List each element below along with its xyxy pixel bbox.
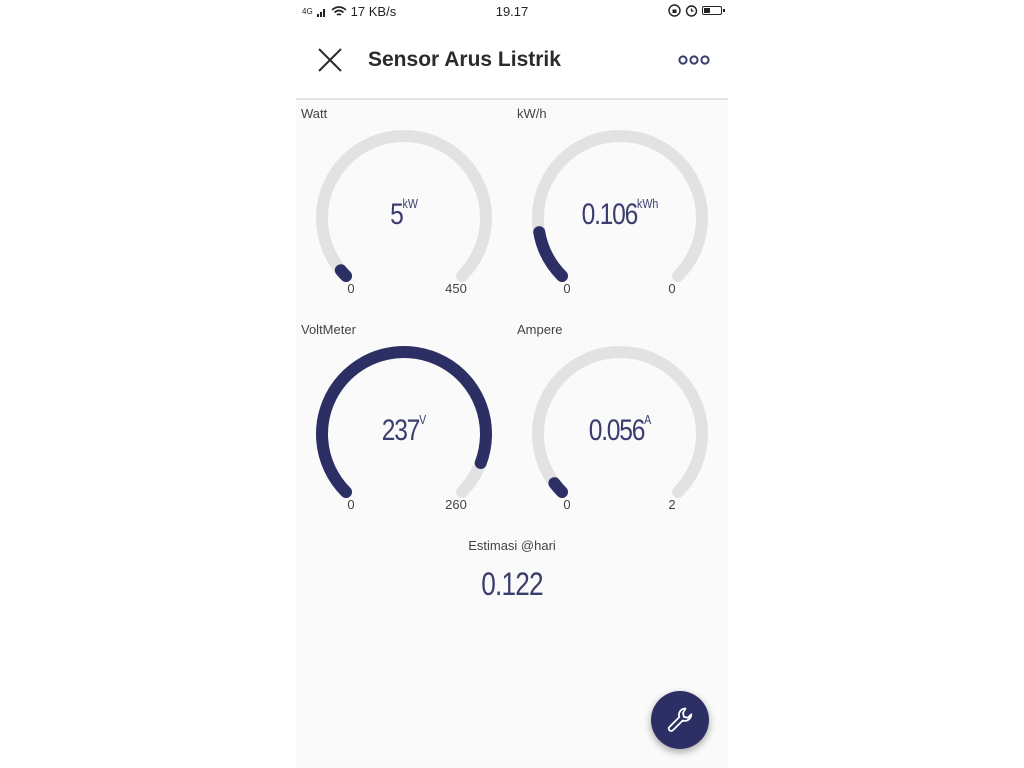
gauge-kwh-arc: [533, 226, 569, 282]
alarm-icon: [685, 5, 698, 17]
battery-icon: [702, 6, 725, 15]
settings-fab-button[interactable]: [651, 691, 709, 749]
gauge-watt-arc: [334, 264, 353, 282]
more-options-button[interactable]: [678, 52, 710, 68]
gauge-ampere-max: 2: [668, 497, 676, 512]
gauge-watt-min: 0: [347, 281, 355, 296]
close-icon: [318, 48, 342, 72]
gauge-ampere-unit: A: [644, 412, 652, 427]
more-options-icon: [678, 55, 710, 65]
gauge-volt-unit: V: [419, 412, 427, 427]
rotation-lock-icon: [668, 4, 681, 17]
gauge-ampere-min: 0: [563, 497, 571, 512]
estimate-value: 0.122: [481, 566, 543, 602]
gauge-watt-unit: kW: [402, 196, 418, 211]
gauge-ampere-value: 0.056A: [588, 412, 652, 447]
close-button[interactable]: [314, 44, 346, 76]
gauge-kwh-min: 0: [563, 281, 571, 296]
page-title: Sensor Arus Listrik: [368, 48, 561, 71]
gauge-volt-label: VoltMeter: [301, 322, 356, 337]
gauge-watt-max: 450: [445, 281, 467, 296]
gauge-kwh-max: 0: [668, 281, 676, 296]
wrench-icon: [667, 707, 693, 732]
gauge-volt-min: 0: [347, 497, 355, 512]
app-screen: 4G 17 KB/s 19.17 Sensor Arus Listrik Wat…: [296, 0, 728, 768]
gauge-ampere-arc: [548, 477, 569, 498]
gauge-kwh-label: kW/h: [517, 106, 547, 121]
app-bar: Sensor Arus Listrik: [296, 24, 728, 100]
gauge-kwh-value: 0.106kWh: [581, 196, 659, 231]
gauge-watt-value: 5kW: [390, 196, 418, 231]
gauge-kwh-unit: kWh: [637, 196, 659, 211]
gauge-volt-value: 237V: [381, 412, 427, 447]
gauge-ampere-label: Ampere: [517, 322, 563, 337]
gauge-volt-max: 260: [445, 497, 467, 512]
status-bar: 4G 17 KB/s 19.17: [296, 0, 728, 24]
gauge-watt-label: Watt: [301, 106, 328, 121]
clock: 19.17: [495, 4, 529, 19]
estimate-label: Estimasi @hari: [468, 538, 556, 553]
